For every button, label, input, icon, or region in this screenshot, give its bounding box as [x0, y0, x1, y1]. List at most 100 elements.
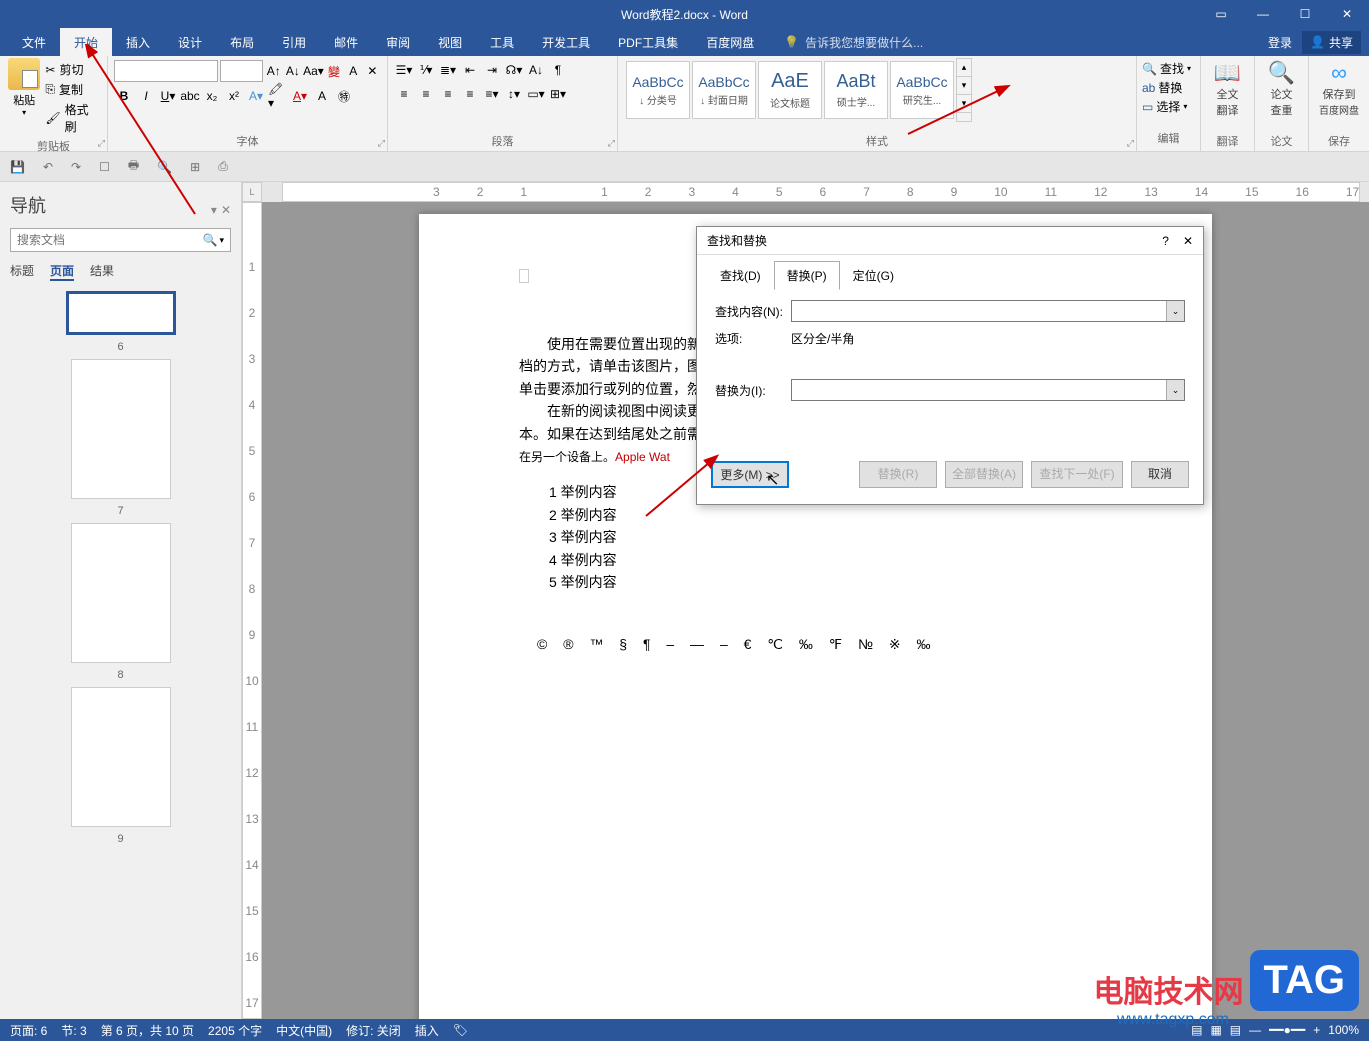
tab-developer[interactable]: 开发工具: [528, 28, 604, 56]
tab-mailings[interactable]: 邮件: [320, 28, 372, 56]
dialog-launcher-icon[interactable]: ⤢: [378, 138, 385, 149]
status-language[interactable]: 中文(中国): [276, 1022, 332, 1039]
clear-format-icon[interactable]: ✕: [364, 61, 381, 81]
char-shading-icon[interactable]: A: [312, 86, 332, 106]
dialog-launcher-icon[interactable]: ⤢: [98, 138, 105, 149]
dialog-tab-goto[interactable]: 定位(G): [840, 261, 907, 290]
align-center-icon[interactable]: ≡: [416, 84, 436, 104]
distribute-icon[interactable]: ≡▾: [482, 84, 502, 104]
status-extra-icon[interactable]: 🏷: [453, 1023, 468, 1037]
ribbon-options-icon[interactable]: ▭: [1207, 0, 1235, 28]
share-button[interactable]: 👤 共享: [1302, 31, 1361, 54]
status-track[interactable]: 修订: 关闭: [346, 1022, 401, 1039]
style-item[interactable]: AaBbCc↓ 分类号: [626, 61, 690, 119]
dropdown-icon[interactable]: ⌄: [1166, 380, 1184, 400]
page-thumbnail[interactable]: [71, 359, 171, 499]
style-item[interactable]: AaBbCc研究生...: [890, 61, 954, 119]
login-link[interactable]: 登录: [1268, 34, 1292, 51]
copy-button[interactable]: ⎘复制: [42, 80, 101, 99]
cloud-save-icon[interactable]: ∞: [1331, 60, 1347, 86]
align-left-icon[interactable]: ≡: [394, 84, 414, 104]
search-input[interactable]: [17, 233, 203, 247]
bold-icon[interactable]: B: [114, 86, 134, 106]
page-thumbnail[interactable]: [66, 291, 176, 335]
asian-layout-icon[interactable]: ☊▾: [504, 60, 524, 80]
tab-pdf[interactable]: PDF工具集: [604, 28, 692, 56]
cancel-button[interactable]: 取消: [1131, 461, 1189, 488]
zoom-slider[interactable]: ━━●━━: [1269, 1023, 1305, 1037]
zoom-level[interactable]: 100%: [1328, 1023, 1359, 1037]
dialog-titlebar[interactable]: 查找和替换 ? ✕: [697, 227, 1203, 255]
tab-layout[interactable]: 布局: [216, 28, 268, 56]
dialog-launcher-icon[interactable]: ⤢: [608, 138, 615, 149]
font-size-combo[interactable]: [220, 60, 263, 82]
view-web-icon[interactable]: ▤: [1230, 1023, 1241, 1037]
status-mode[interactable]: 插入: [415, 1022, 439, 1039]
status-page[interactable]: 页面: 6: [10, 1022, 47, 1039]
save-icon[interactable]: 💾: [10, 160, 25, 174]
tab-home[interactable]: 开始: [60, 28, 112, 56]
bullets-icon[interactable]: ☰▾: [394, 60, 414, 80]
strikethrough-icon[interactable]: abc: [180, 86, 200, 106]
thumbnails-list[interactable]: 6 7 8 9: [10, 291, 231, 971]
replace-all-button[interactable]: 全部替换(A): [945, 461, 1023, 488]
paper-check-icon[interactable]: 🔍: [1268, 60, 1295, 86]
find-input[interactable]: [792, 301, 1166, 321]
replace-button[interactable]: 替换(R): [859, 461, 937, 488]
print-preview-icon[interactable]: 🔍: [157, 160, 172, 174]
dropdown-icon[interactable]: ⌄: [1166, 301, 1184, 321]
char-border-icon[interactable]: A: [345, 61, 362, 81]
tab-design[interactable]: 设计: [164, 28, 216, 56]
format-painter-button[interactable]: 🖌格式刷: [42, 100, 101, 136]
help-icon[interactable]: ?: [1162, 234, 1169, 248]
show-marks-icon[interactable]: ¶: [548, 60, 568, 80]
highlight-icon[interactable]: 🖍▾: [268, 86, 288, 106]
tab-insert[interactable]: 插入: [112, 28, 164, 56]
style-scroll[interactable]: ▴▾▾: [956, 58, 972, 122]
ruler-corner[interactable]: L: [242, 182, 262, 202]
maximize-icon[interactable]: ☐: [1291, 0, 1319, 28]
dialog-tab-replace[interactable]: 替换(P): [774, 261, 840, 290]
change-case-icon[interactable]: Aa▾: [303, 61, 323, 81]
paste-button[interactable]: 粘贴 ▾: [6, 58, 42, 136]
line-spacing-icon[interactable]: ↕▾: [504, 84, 524, 104]
underline-icon[interactable]: U▾: [158, 86, 178, 106]
align-right-icon[interactable]: ≡: [438, 84, 458, 104]
status-pages[interactable]: 第 6 页，共 10 页: [101, 1022, 194, 1039]
page-thumbnail[interactable]: [71, 523, 171, 663]
increase-indent-icon[interactable]: ⇥: [482, 60, 502, 80]
dialog-launcher-icon[interactable]: ⤢: [1127, 138, 1134, 149]
find-next-button[interactable]: 查找下一处(F): [1031, 461, 1123, 488]
text-effects-icon[interactable]: A▾: [246, 86, 266, 106]
enclose-char-icon[interactable]: ㊕: [334, 86, 354, 106]
scroll-up-icon[interactable]: ▴: [957, 59, 971, 77]
multilevel-icon[interactable]: ≣▾: [438, 60, 458, 80]
tab-tools[interactable]: 工具: [476, 28, 528, 56]
tab-baidu[interactable]: 百度网盘: [692, 28, 768, 56]
status-section[interactable]: 节: 3: [61, 1022, 86, 1039]
tab-view[interactable]: 视图: [424, 28, 476, 56]
scroll-down-icon[interactable]: ▾: [957, 77, 971, 95]
nav-tab-results[interactable]: 结果: [90, 262, 114, 281]
superscript-icon[interactable]: x²: [224, 86, 244, 106]
print-icon[interactable]: 🖶: [128, 156, 139, 177]
redo-icon[interactable]: ↷: [71, 160, 81, 174]
style-item[interactable]: AaE论文标题: [758, 61, 822, 119]
style-item[interactable]: AaBbCc↓ 封面日期: [692, 61, 756, 119]
zoom-in-icon[interactable]: +: [1313, 1023, 1320, 1037]
find-button[interactable]: 🔍查找▾: [1140, 59, 1197, 78]
tell-me-input[interactable]: 告诉我您想要做什么...: [805, 34, 923, 51]
nav-dropdown-icon[interactable]: ▾: [211, 203, 217, 217]
tab-references[interactable]: 引用: [268, 28, 320, 56]
search-icon[interactable]: 🔍: [203, 233, 218, 247]
italic-icon[interactable]: I: [136, 86, 156, 106]
new-icon[interactable]: ☐: [99, 160, 110, 174]
replace-input[interactable]: [792, 380, 1166, 400]
minimize-icon[interactable]: —: [1249, 0, 1277, 28]
vertical-ruler[interactable]: 12345678910111213141516171819: [242, 202, 262, 1019]
page-thumbnail[interactable]: [71, 687, 171, 827]
close-icon[interactable]: ✕: [1183, 234, 1193, 248]
translate-icon[interactable]: 📖: [1214, 60, 1241, 86]
zoom-out-icon[interactable]: —: [1249, 1023, 1261, 1037]
table-icon[interactable]: ⊞: [190, 160, 200, 174]
